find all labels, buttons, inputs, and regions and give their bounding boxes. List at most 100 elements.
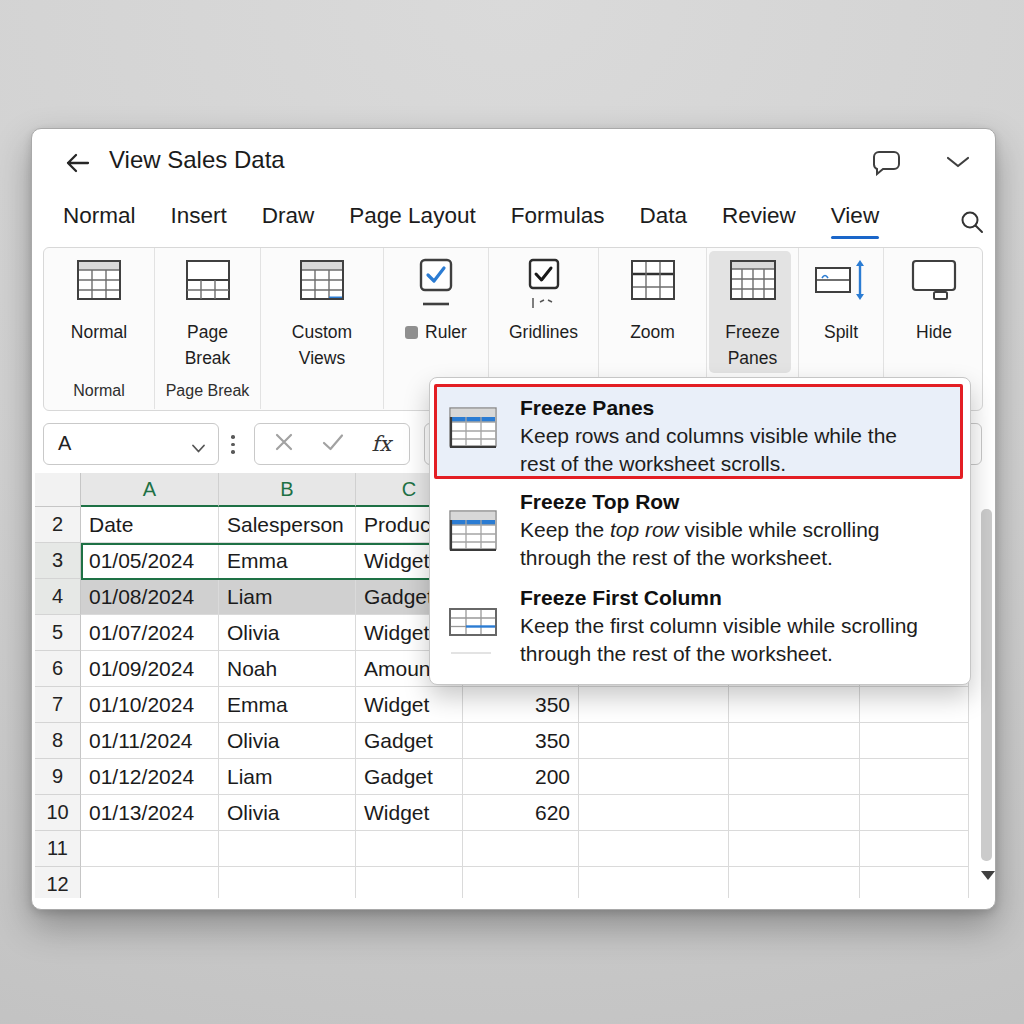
enter-check-icon[interactable] <box>321 431 345 457</box>
cell-B5[interactable]: Olivia <box>219 615 356 651</box>
name-box[interactable]: A <box>43 423 219 465</box>
menu-item-freeze-panes[interactable]: Freeze PanesKeep rows and columns visibl… <box>434 384 963 479</box>
cell-B3[interactable]: Emma <box>219 543 356 579</box>
ribbon-group-label: Normal <box>44 382 154 400</box>
cell-D8[interactable]: 350 <box>463 723 579 759</box>
grid-row-9: 901/12/2024LiamGadget200 <box>35 759 969 795</box>
vertical-scrollbar[interactable] <box>979 473 995 898</box>
table-normal-icon <box>44 258 154 302</box>
tab-insert[interactable]: Insert <box>171 203 227 239</box>
row-header-9[interactable]: 9 <box>35 759 81 795</box>
cell-D7[interactable]: 350 <box>463 687 579 723</box>
cell-F12[interactable] <box>729 867 860 898</box>
cell-D10[interactable]: 620 <box>463 795 579 831</box>
cell-A10[interactable]: 01/13/2024 <box>81 795 219 831</box>
cell-G12[interactable] <box>860 867 969 898</box>
cell-A7[interactable]: 01/10/2024 <box>81 687 219 723</box>
cell-A9[interactable]: 01/12/2024 <box>81 759 219 795</box>
cell-C9[interactable]: Gadget <box>356 759 463 795</box>
comment-icon[interactable] <box>872 149 902 180</box>
row-header-7[interactable]: 7 <box>35 687 81 723</box>
cell-B7[interactable]: Emma <box>219 687 356 723</box>
row-header-6[interactable]: 6 <box>35 651 81 687</box>
cell-C11[interactable] <box>356 831 463 867</box>
cell-E11[interactable] <box>579 831 729 867</box>
menu-item-description-line: through the rest of the worksheet. <box>520 544 833 572</box>
ribbon-button-normal[interactable]: NormalNormal <box>44 248 155 409</box>
cell-E10[interactable] <box>579 795 729 831</box>
cell-G11[interactable] <box>860 831 969 867</box>
cell-C7[interactable]: Widget <box>356 687 463 723</box>
cell-B2[interactable]: Salesperson <box>219 507 356 543</box>
cell-F11[interactable] <box>729 831 860 867</box>
tab-formulas[interactable]: Formulas <box>511 203 605 239</box>
menu-item-description-line: rest of the worksheet scrolls. <box>520 450 786 478</box>
scrollbar-down-arrow[interactable] <box>981 871 995 880</box>
cell-B10[interactable]: Olivia <box>219 795 356 831</box>
row-header-4[interactable]: 4 <box>35 579 81 615</box>
fx-icon[interactable]: fx <box>371 432 391 456</box>
menu-item-freeze-first-column[interactable]: Freeze First ColumnKeep the first column… <box>437 584 963 680</box>
column-header-A[interactable]: A <box>81 473 219 507</box>
cell-B9[interactable]: Liam <box>219 759 356 795</box>
chevron-down-icon[interactable] <box>945 154 971 174</box>
name-box-chevron-icon[interactable] <box>191 440 206 458</box>
cell-A4[interactable]: 01/08/2024 <box>81 579 219 615</box>
tab-data[interactable]: Data <box>639 203 687 239</box>
row-header-10[interactable]: 10 <box>35 795 81 831</box>
cell-F9[interactable] <box>729 759 860 795</box>
tab-page-layout[interactable]: Page Layout <box>349 203 475 239</box>
cell-G7[interactable] <box>860 687 969 723</box>
row-header-12[interactable]: 12 <box>35 867 81 898</box>
formula-bar-handle[interactable] <box>231 435 235 454</box>
cell-A2[interactable]: Date <box>81 507 219 543</box>
cell-F10[interactable] <box>729 795 860 831</box>
cell-B11[interactable] <box>219 831 356 867</box>
checkbox-black-icon <box>489 258 598 310</box>
scrollbar-thumb[interactable] <box>981 509 992 861</box>
back-button[interactable] <box>63 150 91 180</box>
tab-review[interactable]: Review <box>722 203 796 239</box>
cell-A12[interactable] <box>81 867 219 898</box>
name-box-value: A <box>58 432 71 455</box>
tab-draw[interactable]: Draw <box>262 203 315 239</box>
menu-item-freeze-top-row[interactable]: Freeze Top RowKeep the top row visible w… <box>437 488 963 584</box>
cell-B8[interactable]: Olivia <box>219 723 356 759</box>
cell-D12[interactable] <box>463 867 579 898</box>
cell-C8[interactable]: Gadget <box>356 723 463 759</box>
cell-A5[interactable]: 01/07/2024 <box>81 615 219 651</box>
cell-G10[interactable] <box>860 795 969 831</box>
cell-B4[interactable]: Liam <box>219 579 356 615</box>
column-header-B[interactable]: B <box>219 473 356 507</box>
cancel-icon[interactable] <box>273 431 295 457</box>
cell-A3[interactable]: 01/05/2024 <box>81 543 219 579</box>
cell-A8[interactable]: 01/11/2024 <box>81 723 219 759</box>
cell-A6[interactable]: 01/09/2024 <box>81 651 219 687</box>
cell-D9[interactable]: 200 <box>463 759 579 795</box>
tab-normal[interactable]: Normal <box>63 203 136 239</box>
cell-E9[interactable] <box>579 759 729 795</box>
cell-A11[interactable] <box>81 831 219 867</box>
row-header-11[interactable]: 11 <box>35 831 81 867</box>
row-header-3[interactable]: 3 <box>35 543 81 579</box>
row-header-2[interactable]: 2 <box>35 507 81 543</box>
tab-view[interactable]: View <box>831 203 879 239</box>
cell-G9[interactable] <box>860 759 969 795</box>
cell-D11[interactable] <box>463 831 579 867</box>
row-header-8[interactable]: 8 <box>35 723 81 759</box>
cell-E7[interactable] <box>579 687 729 723</box>
ribbon-button-page-break[interactable]: PageBreakPage Break <box>155 248 261 409</box>
cell-B12[interactable] <box>219 867 356 898</box>
cell-C12[interactable] <box>356 867 463 898</box>
select-all-corner[interactable] <box>35 473 81 507</box>
cell-C10[interactable]: Widget <box>356 795 463 831</box>
cell-E12[interactable] <box>579 867 729 898</box>
cell-F7[interactable] <box>729 687 860 723</box>
cell-B6[interactable]: Noah <box>219 651 356 687</box>
cell-F8[interactable] <box>729 723 860 759</box>
cell-E8[interactable] <box>579 723 729 759</box>
cell-G8[interactable] <box>860 723 969 759</box>
row-header-5[interactable]: 5 <box>35 615 81 651</box>
ribbon-button-custom-views[interactable]: CustomViews <box>261 248 384 409</box>
search-icon[interactable] <box>959 209 985 239</box>
